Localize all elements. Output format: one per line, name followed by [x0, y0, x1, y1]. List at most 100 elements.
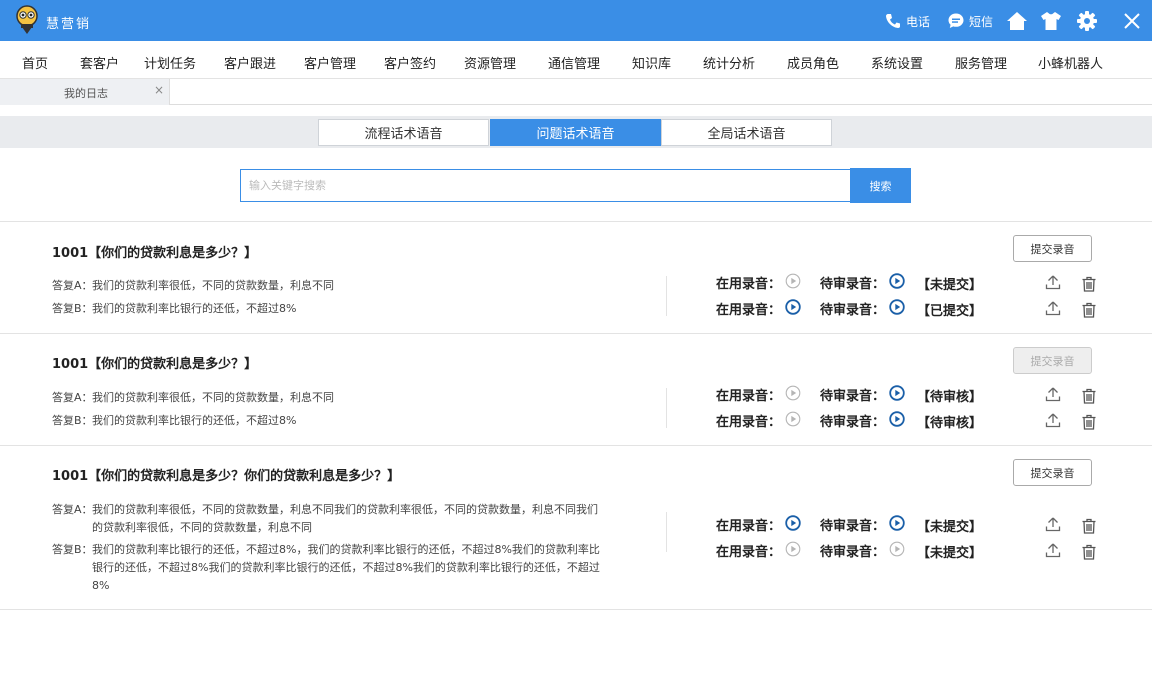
- nav-item-customers[interactable]: 套客户: [80, 53, 119, 72]
- play-icon[interactable]: [785, 541, 801, 557]
- upload-icon[interactable]: [1045, 274, 1061, 290]
- close-icon[interactable]: [1121, 10, 1143, 32]
- pending-label: 待审录音：: [820, 277, 886, 292]
- divider: [0, 221, 1152, 222]
- in-use-label: 在用录音：: [716, 303, 782, 318]
- answer-prefix: 答复B：: [52, 543, 93, 556]
- answer-prefix: 答复A：: [52, 503, 93, 516]
- page-tab-close-icon[interactable]: ×: [154, 83, 164, 97]
- pending-label: 待审录音：: [820, 545, 886, 560]
- answer-text: 我们的贷款利率比银行的还低，不超过8%，我们的贷款利率比银行的还低，不超过8%我…: [92, 543, 600, 592]
- nav-item-plans[interactable]: 计划任务: [144, 53, 196, 72]
- home-icon[interactable]: [1006, 10, 1028, 32]
- nav-item-customer-mgmt[interactable]: 客户管理: [304, 53, 356, 72]
- status-badge: 【未提交】: [917, 278, 983, 293]
- in-use-label: 在用录音：: [716, 545, 782, 560]
- answer-text: 我们的贷款利率很低，不同的贷款数量，利息不同: [92, 279, 334, 292]
- shirt-icon[interactable]: [1040, 10, 1062, 32]
- divider: [0, 333, 1152, 334]
- nav-item-stats[interactable]: 统计分析: [703, 53, 755, 72]
- trash-icon[interactable]: [1081, 388, 1097, 404]
- message-icon: [948, 13, 964, 28]
- upload-icon[interactable]: [1045, 542, 1061, 558]
- status-badge: 【未提交】: [917, 520, 983, 535]
- submit-recording-button[interactable]: 提交录音: [1013, 459, 1092, 486]
- nav-item-service[interactable]: 服务管理: [955, 53, 1007, 72]
- main-nav: 首页 套客户 计划任务 客户跟进 客户管理 客户签约 资源管理 通信管理 知识库…: [0, 41, 1152, 79]
- app-name: 慧营销: [46, 17, 92, 32]
- column-divider: [666, 512, 667, 552]
- nav-item-contracts[interactable]: 客户签约: [384, 53, 436, 72]
- page-tab-strip: 我的日志 ×: [0, 79, 1152, 105]
- play-icon[interactable]: [785, 273, 801, 289]
- column-divider: [666, 388, 667, 428]
- play-icon[interactable]: [889, 411, 905, 427]
- answer-prefix: 答复A：: [52, 279, 93, 292]
- play-icon[interactable]: [889, 541, 905, 557]
- bee-logo-icon: [16, 5, 38, 34]
- divider: [0, 445, 1152, 446]
- play-icon[interactable]: [889, 515, 905, 531]
- in-use-label: 在用录音：: [716, 415, 782, 430]
- question-title: 1001【你们的贷款利息是多少？】: [52, 357, 258, 372]
- pending-label: 待审录音：: [820, 389, 886, 404]
- answer-prefix: 答复A：: [52, 391, 93, 404]
- trash-icon[interactable]: [1081, 544, 1097, 560]
- submit-recording-button[interactable]: 提交录音: [1013, 347, 1092, 374]
- sms-button[interactable]: 短信: [947, 10, 993, 32]
- play-icon[interactable]: [785, 299, 801, 315]
- page-tab-label: 我的日志: [64, 87, 108, 100]
- play-icon[interactable]: [889, 299, 905, 315]
- tab-global-script[interactable]: 全局话术语音: [661, 119, 832, 146]
- question-title: 1001【你们的贷款利息是多少？】: [52, 246, 258, 261]
- tab-process-script[interactable]: 流程话术语音: [318, 119, 489, 146]
- trash-icon[interactable]: [1081, 302, 1097, 318]
- play-icon[interactable]: [889, 385, 905, 401]
- status-badge: 【待审核】: [917, 390, 983, 405]
- play-icon[interactable]: [889, 273, 905, 289]
- pending-label: 待审录音：: [820, 415, 886, 430]
- trash-icon[interactable]: [1081, 518, 1097, 534]
- tab-question-script[interactable]: 问题话术语音: [490, 119, 661, 146]
- play-icon[interactable]: [785, 411, 801, 427]
- nav-item-robot[interactable]: 小蜂机器人: [1038, 53, 1103, 72]
- nav-item-comms[interactable]: 通信管理: [548, 53, 600, 72]
- phone-button[interactable]: 电话: [884, 10, 930, 32]
- upload-icon[interactable]: [1045, 386, 1061, 402]
- search-input[interactable]: [240, 169, 851, 202]
- gear-icon[interactable]: [1076, 10, 1098, 32]
- phone-label: 电话: [906, 14, 931, 29]
- nav-item-followup[interactable]: 客户跟进: [224, 53, 276, 72]
- answer-text: 我们的贷款利率比银行的还低，不超过8%: [92, 414, 297, 427]
- upload-icon[interactable]: [1045, 300, 1061, 316]
- search-button[interactable]: 搜索: [850, 168, 911, 203]
- divider: [0, 609, 1152, 610]
- nav-item-settings[interactable]: 系统设置: [871, 53, 923, 72]
- nav-item-members[interactable]: 成员角色: [787, 53, 839, 72]
- nav-item-resources[interactable]: 资源管理: [464, 53, 516, 72]
- in-use-label: 在用录音：: [716, 519, 782, 534]
- column-divider: [666, 276, 667, 316]
- trash-icon[interactable]: [1081, 414, 1097, 430]
- in-use-label: 在用录音：: [716, 277, 782, 292]
- segment-bar: 流程话术语音 问题话术语音 全局话术语音: [0, 116, 1152, 148]
- play-icon[interactable]: [785, 385, 801, 401]
- pending-label: 待审录音：: [820, 519, 886, 534]
- status-badge: 【已提交】: [917, 304, 983, 319]
- sms-label: 短信: [969, 14, 994, 29]
- trash-icon[interactable]: [1081, 276, 1097, 292]
- status-badge: 【未提交】: [917, 546, 983, 561]
- page-tab-my-log[interactable]: 我的日志 ×: [0, 79, 170, 105]
- nav-item-knowledge[interactable]: 知识库: [632, 53, 671, 72]
- answer-text: 我们的贷款利率很低，不同的贷款数量，利息不同我们的贷款利率很低，不同的贷款数量，…: [92, 503, 598, 534]
- upload-icon[interactable]: [1045, 516, 1061, 532]
- title-bar: 慧营销 电话 短信: [0, 0, 1152, 41]
- phone-icon: [886, 14, 900, 28]
- play-icon[interactable]: [785, 515, 801, 531]
- question-title: 1001【你们的贷款利息是多少？你们的贷款利息是多少？】: [52, 469, 401, 484]
- upload-icon[interactable]: [1045, 412, 1061, 428]
- status-badge: 【待审核】: [917, 416, 983, 431]
- nav-item-home[interactable]: 首页: [22, 53, 48, 72]
- submit-recording-button[interactable]: 提交录音: [1013, 235, 1092, 262]
- in-use-label: 在用录音：: [716, 389, 782, 404]
